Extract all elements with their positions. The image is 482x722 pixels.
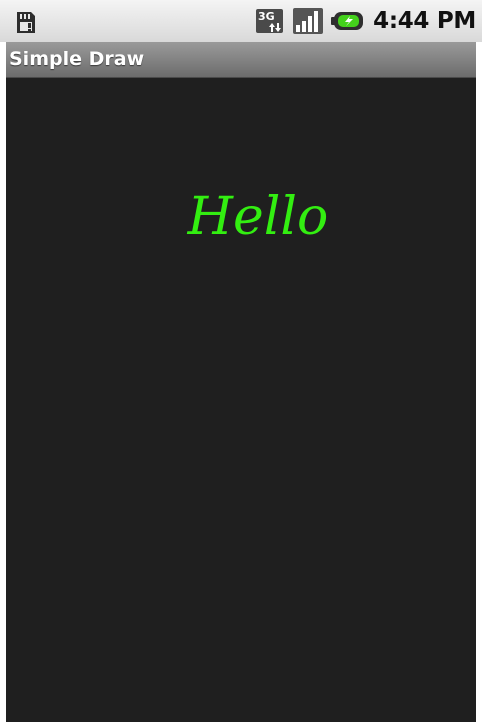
status-icons: 3G 4:44 PM	[255, 0, 476, 42]
canvas-text: Hello	[187, 187, 329, 247]
svg-text:3G: 3G	[258, 10, 275, 23]
drawing-canvas[interactable]: Hello	[6, 78, 476, 722]
app-title-bar: Simple Draw	[6, 42, 476, 78]
sd-card-icon	[17, 12, 35, 33]
app-title: Simple Draw	[9, 48, 145, 70]
clock: 4:44 PM	[373, 8, 476, 34]
device-screen: 3G 4:44 PM Simple Draw Hello	[0, 0, 482, 722]
status-bar[interactable]: 3G 4:44 PM	[0, 0, 482, 42]
3g-data-icon: 3G	[256, 9, 284, 33]
app-window: Simple Draw Hello	[6, 42, 476, 722]
signal-strength-icon	[293, 8, 324, 34]
battery-charging-icon	[331, 12, 364, 30]
